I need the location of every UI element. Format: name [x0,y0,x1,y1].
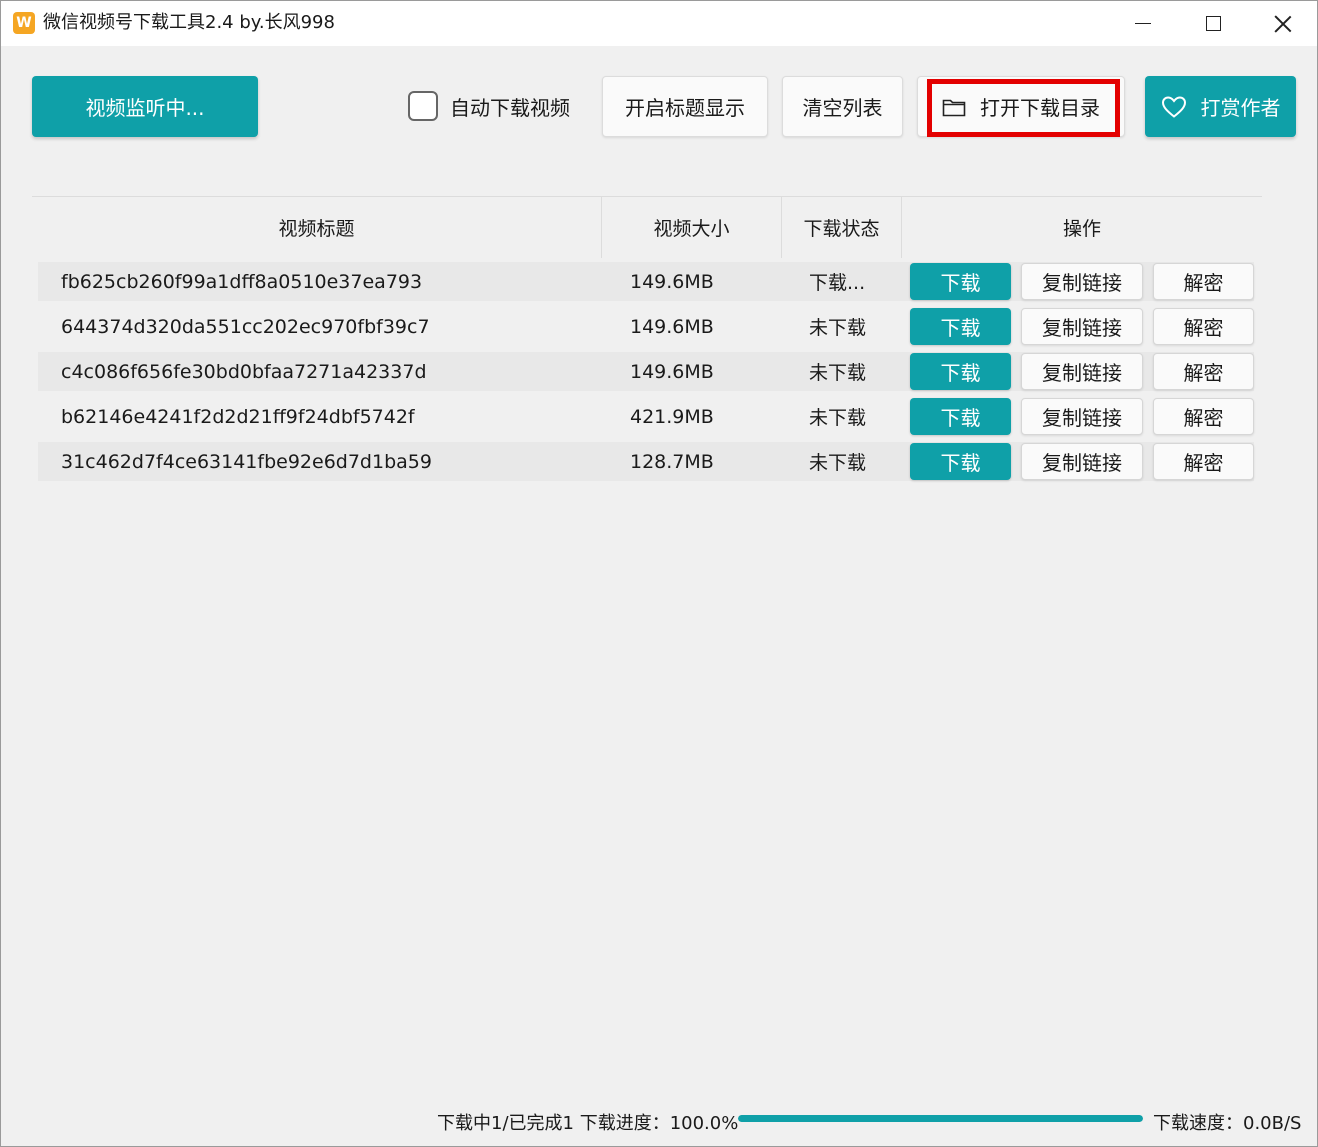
close-button[interactable] [1248,1,1318,46]
row-decrypt-button[interactable]: 解密 [1153,308,1254,345]
table-row: c4c086f656fe30bd0bfaa7271a42337d 149.6MB… [38,352,1254,391]
maximize-button[interactable] [1178,1,1248,46]
auto-download-label: 自动下载视频 [450,95,570,120]
row-decrypt-button[interactable]: 解密 [1153,443,1254,480]
minimize-icon [1135,23,1151,24]
download-status-cell: 未下载 [809,362,867,384]
auto-download-checkbox[interactable] [408,91,438,121]
clear-list-label: 清空列表 [802,96,883,120]
row-decrypt-button[interactable]: 解密 [1153,398,1254,435]
app-logo-icon: W [13,12,35,34]
download-progress-fill [738,1115,1143,1122]
minimize-button[interactable] [1108,1,1178,46]
window-title: 微信视频号下载工具2.4 by.长风998 [43,12,335,33]
video-title-cell: c4c086f656fe30bd0bfaa7271a42337d [61,360,427,383]
maximize-icon [1205,16,1221,31]
video-title-cell: 644374d320da551cc202ec970fbf39c7 [61,315,430,338]
download-status-cell: 未下载 [809,317,867,339]
video-size-cell: 128.7MB [630,450,714,473]
row-decrypt-button[interactable]: 解密 [1153,263,1254,300]
show-title-label: 开启标题显示 [625,96,745,120]
open-download-dir-label: 打开下载目录 [980,96,1100,120]
table-row: 644374d320da551cc202ec970fbf39c7 149.6MB… [38,307,1254,346]
video-title-cell: fb625cb260f99a1dff8a0510e37ea793 [61,270,423,293]
row-decrypt-button[interactable]: 解密 [1153,353,1254,390]
row-copy-link-button[interactable]: 复制链接 [1021,353,1143,390]
table-row: 31c462d7f4ce63141fbe92e6d7d1ba59 128.7MB… [38,442,1254,481]
title-bar: W 微信视频号下载工具2.4 by.长风998 [1,1,1317,46]
video-title-cell: b62146e4241f2d2d21ff9f24dbf5742f [61,405,415,428]
row-download-button[interactable]: 下载 [910,263,1011,300]
reward-author-label: 打赏作者 [1200,96,1281,120]
video-title-cell: 31c462d7f4ce63141fbe92e6d7d1ba59 [61,450,432,473]
video-size-cell: 421.9MB [630,405,714,428]
video-size-cell: 149.6MB [630,315,714,338]
download-progress-text: 下载中1/已完成1 下载进度：100.0% [437,1113,739,1134]
header-video-title: 视频标题 [278,218,355,240]
row-download-button[interactable]: 下载 [910,398,1011,435]
app-window: W 微信视频号下载工具2.4 by.长风998 视频监听中... 自动下载视频 … [0,0,1318,1147]
heart-icon [1161,95,1186,118]
download-status-cell: 下载... [809,272,866,294]
folder-icon [942,99,966,116]
download-speed-text: 下载速度：0.0B/S [1153,1113,1302,1134]
row-copy-link-button[interactable]: 复制链接 [1021,398,1143,435]
row-copy-link-button[interactable]: 复制链接 [1021,443,1143,480]
video-monitor-button[interactable]: 视频监听中... [32,76,258,137]
row-download-button[interactable]: 下载 [910,443,1011,480]
download-progress-bar [738,1115,1143,1122]
download-status-cell: 未下载 [809,452,867,474]
video-size-cell: 149.6MB [630,360,714,383]
table-row: fb625cb260f99a1dff8a0510e37ea793 149.6MB… [38,262,1254,301]
clear-list-button[interactable]: 清空列表 [782,76,903,137]
auto-download-toggle[interactable]: 自动下载视频 [408,91,570,121]
download-status-cell: 未下载 [809,407,867,429]
video-size-cell: 149.6MB [630,270,714,293]
video-monitor-label: 视频监听中... [85,96,205,120]
header-video-size: 视频大小 [653,218,730,240]
show-title-button[interactable]: 开启标题显示 [602,76,768,137]
header-actions: 操作 [1062,218,1101,240]
table-header: 视频标题 视频大小 下载状态 操作 [32,197,1262,258]
row-download-button[interactable]: 下载 [910,353,1011,390]
reward-author-button[interactable]: 打赏作者 [1145,76,1296,137]
header-download-status: 下载状态 [803,218,880,240]
row-copy-link-button[interactable]: 复制链接 [1021,263,1143,300]
close-icon [1274,15,1292,33]
open-download-dir-button[interactable]: 打开下载目录 [917,76,1125,137]
row-copy-link-button[interactable]: 复制链接 [1021,308,1143,345]
table-row: b62146e4241f2d2d21ff9f24dbf5742f 421.9MB… [38,397,1254,436]
row-download-button[interactable]: 下载 [910,308,1011,345]
